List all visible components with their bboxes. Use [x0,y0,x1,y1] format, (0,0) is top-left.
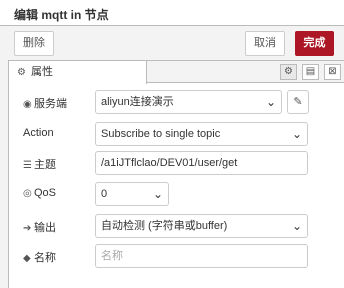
settings-tool-button[interactable]: ⚙ [280,64,297,80]
qos-label: ◎ QoS [23,187,57,199]
chevron-down-icon: ⌄ [152,187,163,201]
appearance-tool-button[interactable]: ⊠ [324,64,341,80]
cancel-button[interactable]: 取消 [245,31,285,56]
description-tool-button[interactable]: ▤ [302,64,319,80]
output-row: ➔ 输出 自动检测 (字符串或buffer) ⌄ [9,214,344,238]
chevron-down-icon: ⌄ [265,95,276,109]
name-label: ◆ 名称 [23,252,56,264]
gear-icon: ⚙ [284,66,293,77]
sign-out-icon: ➔ [23,223,32,234]
tasks-icon: ☰ [23,160,32,171]
topic-input[interactable]: /a1iJTflclao/DEV01/user/get [95,151,308,175]
gear-icon: ⚙ [17,67,26,78]
server-label: ◉ 服务端 [23,98,67,110]
name-input[interactable]: 名称 [95,244,308,268]
action-row: Action Subscribe to single topic ⌄ [9,122,344,146]
document-icon: ▤ [305,66,316,77]
delete-button[interactable]: 删除 [14,31,54,56]
name-row: ◆ 名称 名称 [9,244,344,268]
tag-icon: ◆ [23,253,31,264]
output-label: ➔ 输出 [23,222,56,234]
properties-panel: ⚙ 属性 ⚙ ▤ ⊠ ◉ 服务端 aliyun连接演示 ⌄ ✎ Action Su… [8,60,344,288]
tab-strip: ⚙ 属性 ⚙ ▤ ⊠ [9,61,344,84]
server-row: ◉ 服务端 aliyun连接演示 ⌄ ✎ [9,90,344,114]
frame-icon: ⊠ [328,66,337,77]
edit-server-button[interactable]: ✎ [287,90,309,114]
dialog-titlebar: 编辑 mqtt in 节点 [0,0,344,26]
action-select[interactable]: Subscribe to single topic ⌄ [95,122,308,146]
action-bar: 删除 取消 完成 [0,26,344,60]
output-select[interactable]: 自动检测 (字符串或buffer) ⌄ [95,214,308,238]
topic-label: ☰ 主题 [23,159,56,171]
qos-row: ◎ QoS 0 ⌄ [9,182,344,206]
server-select[interactable]: aliyun连接演示 ⌄ [95,90,282,114]
radio-icon: ◎ [23,188,32,199]
chevron-down-icon: ⌄ [291,127,302,141]
qos-select[interactable]: 0 ⌄ [95,182,169,206]
tab-properties-label: 属性 [31,66,54,78]
chevron-down-icon: ⌄ [291,219,302,233]
globe-icon: ◉ [23,99,32,110]
done-button[interactable]: 完成 [295,31,334,56]
topic-row: ☰ 主题 /a1iJTflclao/DEV01/user/get [9,151,344,175]
action-label: Action [23,127,54,139]
pencil-icon: ✎ [293,96,303,108]
dialog-title: 编辑 mqtt in 节点 [14,8,109,22]
tab-properties[interactable]: ⚙ 属性 [9,61,147,84]
